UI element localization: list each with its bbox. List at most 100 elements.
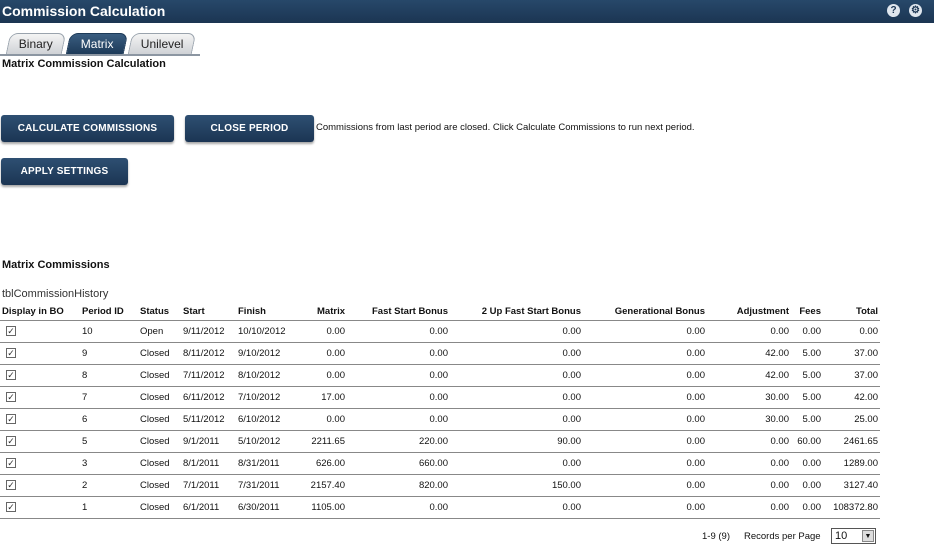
period-id-cell: 9 [80, 342, 138, 365]
fees-cell: 0.00 [791, 496, 823, 519]
tab-underline [0, 54, 200, 56]
period-id-cell: 7 [80, 386, 138, 409]
display-in-bo-cell: ✓ [0, 474, 80, 497]
tab-matrix-label: Matrix [80, 37, 114, 51]
commission-history-table: Display in BO Period ID Status Start Fin… [0, 303, 880, 519]
col-finish[interactable]: Finish [236, 303, 292, 321]
display-in-bo-checkbox[interactable]: ✓ [6, 435, 16, 446]
generational-cell: 0.00 [583, 408, 707, 431]
display-in-bo-checkbox[interactable]: ✓ [6, 413, 16, 424]
pager-summary: 1-9 (9) [702, 531, 730, 542]
col-start[interactable]: Start [181, 303, 236, 321]
two-up-cell: 0.00 [450, 386, 583, 409]
status-cell: Closed [138, 408, 181, 431]
records-per-page-select[interactable]: 10 ▼ [831, 528, 876, 544]
matrix-cell: 0.00 [292, 342, 347, 365]
generational-cell: 0.00 [583, 364, 707, 387]
calculate-commissions-button[interactable]: CALCULATE COMMISSIONS [1, 115, 174, 142]
col-generational-bonus[interactable]: Generational Bonus [583, 303, 707, 321]
section-title: Matrix Commission Calculation [2, 58, 166, 70]
display-in-bo-cell: ✓ [0, 430, 80, 453]
col-status[interactable]: Status [138, 303, 181, 321]
col-adjustment[interactable]: Adjustment [707, 303, 791, 321]
finish-cell: 6/30/2011 [236, 496, 292, 519]
generational-cell: 0.00 [583, 386, 707, 409]
generational-cell: 0.00 [583, 496, 707, 519]
matrix-cell: 1105.00 [292, 496, 347, 519]
display-in-bo-checkbox[interactable]: ✓ [6, 369, 16, 380]
adjustment-cell: 42.00 [707, 364, 791, 387]
table-row: ✓ 2 Closed 7/1/2011 7/31/2011 2157.40 820.00 15… [0, 474, 880, 497]
generational-cell: 0.00 [583, 342, 707, 365]
display-in-bo-checkbox[interactable]: ✓ [6, 457, 16, 468]
finish-cell: 8/31/2011 [236, 452, 292, 475]
fast-start-cell: 220.00 [347, 430, 450, 453]
title-bar: Commission Calculation ? ⚙ [0, 0, 934, 23]
tab-unilevel-label: Unilevel [140, 37, 184, 51]
col-fast-start-bonus[interactable]: Fast Start Bonus [347, 303, 450, 321]
table-row: ✓ 1 Closed 6/1/2011 6/30/2011 1105.00 0.00 0.00… [0, 496, 880, 519]
start-cell: 9/1/2011 [181, 430, 236, 453]
status-cell: Closed [138, 452, 181, 475]
two-up-cell: 0.00 [450, 320, 583, 343]
fees-cell: 5.00 [791, 386, 823, 409]
two-up-cell: 0.00 [450, 408, 583, 431]
display-in-bo-cell: ✓ [0, 408, 80, 431]
adjustment-cell: 0.00 [707, 452, 791, 475]
adjustment-cell: 30.00 [707, 386, 791, 409]
tab-unilevel[interactable]: Unilevel [127, 33, 197, 54]
fast-start-cell: 660.00 [347, 452, 450, 475]
fees-cell: 0.00 [791, 320, 823, 343]
col-fees[interactable]: Fees [791, 303, 823, 321]
fast-start-cell: 0.00 [347, 386, 450, 409]
tab-binary[interactable]: Binary [5, 33, 67, 54]
total-cell: 2461.65 [823, 430, 880, 453]
display-in-bo-checkbox[interactable]: ✓ [6, 391, 16, 402]
table-row: ✓ 10 Open 9/11/2012 10/10/2012 0.00 0.00 0.00 0.… [0, 320, 880, 343]
table-row: ✓ 8 Closed 7/11/2012 8/10/2012 0.00 0.00 0.00 0.… [0, 364, 880, 387]
display-in-bo-cell: ✓ [0, 386, 80, 409]
status-cell: Open [138, 320, 181, 343]
records-per-page-label: Records per Page [744, 531, 821, 542]
total-cell: 25.00 [823, 408, 880, 431]
display-in-bo-checkbox[interactable]: ✓ [6, 347, 16, 358]
period-id-cell: 1 [80, 496, 138, 519]
total-cell: 3127.40 [823, 474, 880, 497]
adjustment-cell: 0.00 [707, 320, 791, 343]
tab-matrix[interactable]: Matrix [65, 33, 129, 54]
apply-settings-button[interactable]: APPLY SETTINGS [1, 158, 128, 185]
fees-cell: 0.00 [791, 474, 823, 497]
generational-cell: 0.00 [583, 430, 707, 453]
generational-cell: 0.00 [583, 452, 707, 475]
status-cell: Closed [138, 342, 181, 365]
col-total[interactable]: Total [823, 303, 880, 321]
fees-cell: 5.00 [791, 408, 823, 431]
display-in-bo-checkbox[interactable]: ✓ [6, 325, 16, 336]
adjustment-cell: 30.00 [707, 408, 791, 431]
fast-start-cell: 0.00 [347, 408, 450, 431]
fast-start-cell: 0.00 [347, 496, 450, 519]
col-two-up-fast-start-bonus[interactable]: 2 Up Fast Start Bonus [450, 303, 583, 321]
finish-cell: 5/10/2012 [236, 430, 292, 453]
fast-start-cell: 0.00 [347, 364, 450, 387]
display-in-bo-checkbox[interactable]: ✓ [6, 501, 16, 512]
total-cell: 0.00 [823, 320, 880, 343]
fees-cell: 0.00 [791, 452, 823, 475]
two-up-cell: 0.00 [450, 342, 583, 365]
close-period-button[interactable]: CLOSE PERIOD [185, 115, 314, 142]
display-in-bo-checkbox[interactable]: ✓ [6, 479, 16, 490]
col-period-id[interactable]: Period ID [80, 303, 138, 321]
matrix-cell: 0.00 [292, 320, 347, 343]
adjustment-cell: 0.00 [707, 496, 791, 519]
help-icon[interactable]: ? [887, 4, 900, 17]
status-cell: Closed [138, 474, 181, 497]
col-matrix[interactable]: Matrix [292, 303, 347, 321]
settings-icon[interactable]: ⚙ [909, 4, 922, 17]
total-cell: 1289.00 [823, 452, 880, 475]
col-display-in-bo[interactable]: Display in BO [0, 303, 80, 321]
chevron-down-icon[interactable]: ▼ [862, 530, 874, 542]
table-caption: tblCommissionHistory [2, 288, 109, 300]
matrix-cell: 0.00 [292, 364, 347, 387]
finish-cell: 7/31/2011 [236, 474, 292, 497]
generational-cell: 0.00 [583, 474, 707, 497]
